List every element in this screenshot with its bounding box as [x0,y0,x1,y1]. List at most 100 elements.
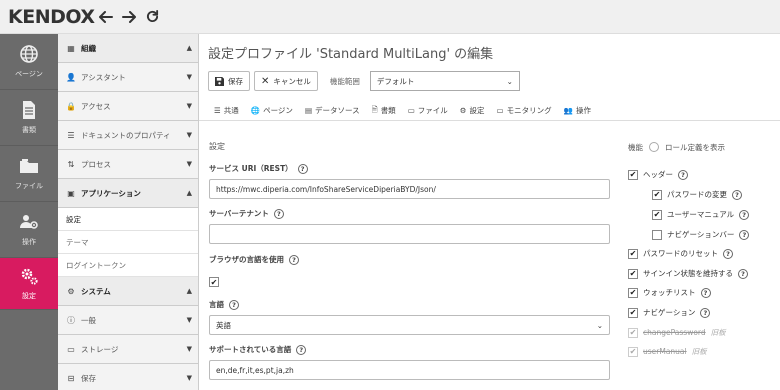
browser-language-label: ブラウザの言語を使用 ? [209,254,299,265]
help-icon[interactable]: ? [739,229,750,240]
user-icon: 👤 [66,72,76,82]
user-lock-icon: 🔒 [66,101,76,111]
field-label: 言語 [209,300,224,309]
field-value: en,de,fr,it,es,pt,ja,zh [216,365,294,375]
save-button[interactable]: 保存 [208,71,250,91]
section-label: 一般 [81,315,96,325]
tab-monitoring[interactable]: ▭ モニタリング [491,100,558,120]
sidebar-section-system[interactable]: ⚙ システム ▲ [58,277,198,306]
supported-languages-input[interactable]: en,de,fr,it,es,pt,ja,zh [209,360,610,380]
feature-note: 旧板 [691,347,707,356]
tab-datasource[interactable]: ▤ データソース [299,100,366,120]
help-icon[interactable]: ? [700,287,711,298]
help-icon[interactable]: ? [732,189,742,200]
feature-checkbox[interactable]: ✔ [628,268,638,279]
back-button[interactable] [96,7,116,27]
rail-label: ファイル [15,182,43,190]
sidebar-section-organization[interactable]: ▦ 組織 ▲ [58,34,198,63]
tab-common[interactable]: ☰ 共通 [208,100,245,120]
help-icon[interactable]: ? [289,254,299,265]
sidebar-section-assistant[interactable]: 👤 アシスタント ▼ [58,63,198,92]
feature-checkbox[interactable] [652,229,662,240]
rail-item-files[interactable]: ファイル [0,146,58,202]
features-title: 機能 [628,142,643,152]
feature-checkbox[interactable]: ✔ [628,248,638,259]
feature-legacy-change-password: ✔ changePassword 旧板 [628,327,726,338]
help-icon[interactable]: ? [678,169,688,180]
globe-icon: 🌐 [250,105,261,115]
help-icon[interactable]: ? [297,163,308,174]
gears-icon: ⚙ [459,105,467,115]
sidebar-section-document-properties[interactable]: ☰ ドキュメントのプロパティ ▼ [58,121,198,150]
tab-files[interactable]: ▭ ファイル [402,100,454,120]
caret-down-icon: ▼ [186,131,192,139]
tab-documents[interactable]: 🗎 書類 [366,100,402,120]
feature-checkbox[interactable]: ✔ [652,189,662,200]
tenant-input[interactable] [209,224,610,244]
feature-label: ヘッダー [643,170,673,179]
sidebar-item-theme[interactable]: テーマ [58,231,198,254]
help-icon[interactable]: ? [739,209,750,220]
rail-item-documents[interactable]: 書類 [0,90,58,146]
caret-down-icon: ▼ [186,160,192,168]
service-uri-input[interactable]: https://mwc.diperia.com/InfoShareService… [209,179,610,199]
feature-checkbox[interactable]: ✔ [628,169,638,180]
feature-checkbox[interactable]: ✔ [628,307,638,318]
help-icon[interactable]: ? [738,268,748,279]
feature-label: パスワードのリセット [643,249,718,258]
sidebar-item-login-token[interactable]: ログイントークン [58,254,198,277]
help-icon[interactable]: ? [723,248,733,259]
settings-tabs: ☰ 共通 🌐 ページン ▤ データソース 🗎 書類 ▭ ファイル ⚙ 設定 ▭ … [208,100,778,120]
feature-label: changePassword [643,328,706,337]
globe-icon [20,45,38,63]
rail-item-operations[interactable]: 操作 [0,202,58,258]
archive-icon: ⊟ [67,373,75,383]
tab-label: 共通 [223,105,239,115]
toolbar: 保存 ✕ キャンセル 機能範囲 デフォルト ⌄ [208,71,520,91]
feature-checkbox: ✔ [628,327,638,338]
sidebar-item-settings[interactable]: 設定 [58,208,198,231]
language-select[interactable]: 英語 ⌄ [209,315,610,335]
main-content: 設定プロファイル 'Standard MultiLang' の編集 保存 ✕ キ… [199,34,780,390]
chevron-down-icon: ⌄ [596,320,603,330]
sidebar-section-access[interactable]: 🔒 アクセス ▼ [58,92,198,121]
browser-language-checkbox[interactable]: ✔ [209,277,219,287]
sidebar-section-process[interactable]: ⇅ プロセス ▼ [58,150,198,179]
users-gear-icon [20,215,38,229]
help-icon[interactable]: ? [296,344,307,355]
features-panel: 機能 ロール定義を表示 ✔ ヘッダー ? ✔ パスワードの変更 ? ✔ ユーザー… [628,141,778,357]
scope-select[interactable]: デフォルト ⌄ [369,71,520,91]
feature-stay-signed-in: ✔ サインイン状態を維持する ? [628,268,748,279]
sidebar-section-storage[interactable]: ▭ ストレージ ▼ [58,335,198,364]
field-label: サポートされている言語 [209,345,292,354]
feature-navigation: ✔ ナビゲーション ? [628,307,711,318]
feature-checkbox[interactable]: ✔ [628,287,638,298]
scope-label: 機能範囲 [329,76,360,86]
tab-settings[interactable]: ⚙ 設定 [454,100,491,120]
field-label: ブラウザの言語を使用 [209,255,284,264]
info-icon: ⓘ [67,315,75,325]
sidebar-section-general[interactable]: ⓘ 一般 ▼ [58,306,198,335]
feature-checkbox[interactable]: ✔ [652,209,662,220]
help-icon[interactable]: ? [273,208,284,219]
help-icon[interactable]: ? [229,299,239,310]
section-label: システム [81,286,111,296]
section-label: 組織 [81,43,96,53]
caret-up-icon: ▲ [186,287,192,295]
tab-operations[interactable]: 👥 操作 [558,100,597,120]
rail-item-settings[interactable]: 設定 [0,258,58,310]
refresh-button[interactable] [142,7,162,27]
top-nav [96,7,162,27]
window-icon: ▣ [67,188,75,198]
forward-button[interactable] [119,7,139,27]
tab-label: 書類 [380,105,396,115]
cancel-button[interactable]: ✕ キャンセル [254,71,318,91]
sidebar-section-retention[interactable]: ⊟ 保存 ▼ [58,364,198,390]
document-icon [23,101,35,119]
help-icon[interactable]: ? [700,307,711,318]
rail-label: 操作 [22,238,36,246]
sidebar-section-application[interactable]: ▣ アプリケーション ▲ [58,179,198,208]
role-definition-radio[interactable] [649,142,659,152]
tab-paging[interactable]: 🌐 ページン [245,100,299,120]
rail-item-paging[interactable]: ページン [0,34,58,90]
